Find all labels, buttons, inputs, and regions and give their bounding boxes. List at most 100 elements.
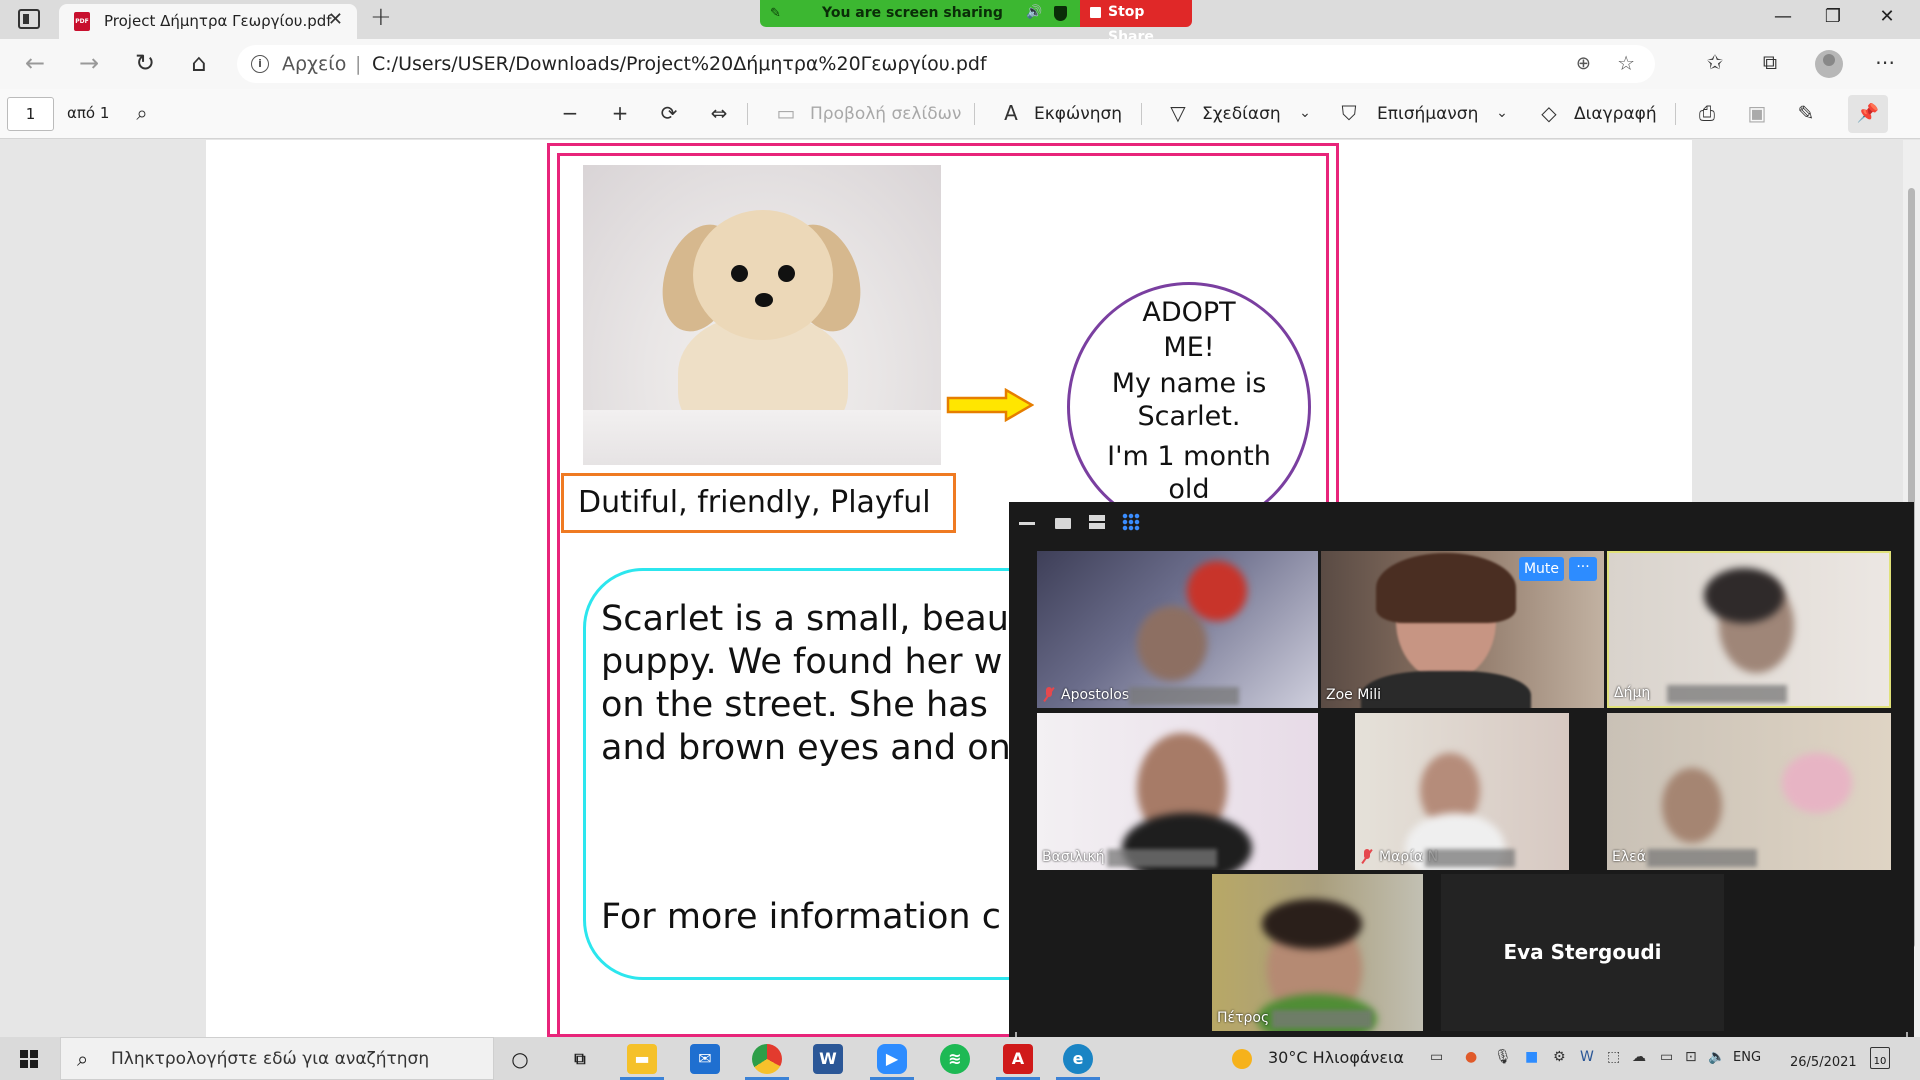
participant-tile[interactable]: Apostolos	[1037, 551, 1318, 708]
participant-tile[interactable]: Eva Stergoudi	[1441, 874, 1724, 1031]
edge-icon[interactable]: e	[1063, 1044, 1093, 1074]
shield-icon	[1054, 6, 1067, 21]
task-view-icon[interactable]: ⧉	[565, 1044, 595, 1074]
strip-view-icon[interactable]	[1089, 515, 1105, 529]
chevron-down-icon[interactable]: ⌄	[1291, 105, 1319, 121]
mic-muted-icon	[1043, 687, 1055, 701]
onedrive-icon[interactable]: ☁	[1632, 1049, 1646, 1065]
draw-button[interactable]: Σχεδίαση	[1202, 104, 1281, 124]
participant-tile[interactable]: Βασιλική	[1037, 713, 1318, 870]
read-aloud-button[interactable]: Εκφώνηση	[1034, 104, 1122, 124]
print-icon[interactable]: ⎙	[1693, 101, 1721, 125]
file-explorer-icon[interactable]: ▬	[627, 1044, 657, 1074]
tray-app-icon[interactable]: ●	[1465, 1049, 1477, 1065]
eraser-icon[interactable]: ◇	[1535, 101, 1563, 125]
maximize-button[interactable]: ❐	[1810, 6, 1856, 27]
weather-text[interactable]: 30°C Ηλιοφάνεια	[1268, 1048, 1404, 1067]
url-text[interactable]: C:/Users/USER/Downloads/Project%20Δήμητρ…	[372, 53, 987, 75]
word-icon[interactable]: W	[813, 1044, 843, 1074]
taskbar-search[interactable]: ⌕ Πληκτρολογήστε εδώ για αναζήτηση	[60, 1037, 494, 1080]
highlight-button[interactable]: Επισήμανση	[1377, 104, 1478, 124]
more-icon[interactable]: ⋯	[1870, 50, 1900, 74]
draw-icon[interactable]: ▽	[1164, 101, 1192, 125]
cortana-icon[interactable]: ○	[505, 1044, 535, 1074]
address-scheme-label: Αρχείο	[282, 53, 347, 75]
page-view-icon: ▭	[776, 101, 796, 125]
participant-video	[1376, 553, 1516, 623]
zoom-app-icon[interactable]: ▶	[877, 1044, 907, 1074]
adopt-line: My name is	[1111, 368, 1267, 399]
zoom-out-icon[interactable]: −	[556, 101, 584, 125]
tray-app-icon[interactable]: ⚙	[1553, 1049, 1566, 1065]
refresh-icon[interactable]: ↻	[130, 49, 160, 77]
add-favorite-icon[interactable]: ☆	[1617, 51, 1635, 75]
zoom-in-icon[interactable]: +	[606, 101, 634, 125]
new-tab-button[interactable]: +	[370, 2, 392, 32]
favorites-icon[interactable]: ✩	[1700, 50, 1730, 74]
read-aloud-icon[interactable]: A	[997, 101, 1025, 125]
participant-tile[interactable]: Πέτρος	[1212, 874, 1423, 1031]
participant-video	[1361, 671, 1531, 708]
input-language[interactable]: ENG	[1733, 1050, 1761, 1065]
tab-pdf[interactable]: PDF Project Δήμητρα Γεωργίου.pdf ✕	[59, 4, 357, 39]
spotify-icon[interactable]: ≋	[940, 1044, 970, 1074]
back-icon[interactable]: ←	[20, 49, 50, 77]
tray-app-icon[interactable]: ⬚	[1607, 1049, 1620, 1065]
gallery-view-icon[interactable]	[1122, 513, 1140, 531]
adopt-line: I'm 1 month	[1107, 441, 1271, 472]
profile-avatar[interactable]	[1815, 50, 1843, 78]
mail-icon[interactable]: ✉	[690, 1044, 720, 1074]
speaker-view-icon[interactable]	[1055, 518, 1071, 529]
participant-tile[interactable]: Μαρία Ν	[1355, 713, 1569, 870]
meet-now-icon[interactable]: ▭	[1430, 1049, 1443, 1065]
forward-icon[interactable]: →	[74, 49, 104, 77]
toolbar-divider	[1675, 103, 1676, 125]
zoom-icon[interactable]: ⊕	[1576, 53, 1591, 74]
notification-center-icon[interactable]: 10	[1870, 1047, 1890, 1069]
highlight-icon[interactable]: ⛉	[1335, 101, 1363, 125]
word-tray-icon[interactable]: W	[1580, 1049, 1594, 1065]
weather-sun-icon[interactable]	[1232, 1049, 1252, 1069]
annotate-icon[interactable]: ✎	[770, 6, 784, 21]
fit-width-icon[interactable]: ⇔	[705, 101, 733, 125]
volume-icon[interactable]: 🔈	[1708, 1049, 1725, 1065]
home-icon[interactable]: ⌂	[184, 49, 214, 77]
network-icon[interactable]: ⊡	[1685, 1049, 1697, 1065]
page-number-input[interactable]: 1	[7, 97, 54, 131]
erase-button[interactable]: Διαγραφή	[1574, 104, 1657, 124]
page-count-label: από 1	[67, 104, 110, 122]
collections-icon[interactable]: ⧉	[1755, 50, 1785, 74]
save-as-icon[interactable]: ✎	[1792, 101, 1820, 125]
arrow-right-icon	[946, 388, 1034, 422]
address-bar[interactable]: i Αρχείο | C:/Users/USER/Downloads/Proje…	[237, 45, 1655, 83]
chevron-down-icon[interactable]: ⌄	[1488, 105, 1516, 121]
battery-icon[interactable]: ▭	[1660, 1049, 1673, 1065]
participant-video	[1782, 753, 1852, 813]
name-redaction	[1107, 849, 1217, 867]
minimize-button[interactable]: —	[1760, 6, 1806, 27]
date-text[interactable]: 26/5/2021	[1790, 1055, 1857, 1070]
zoom-tray-icon[interactable]: ■	[1525, 1049, 1538, 1065]
participant-name: Ελεά	[1612, 849, 1646, 865]
close-window-button[interactable]: ✕	[1864, 6, 1910, 27]
participant-more-button[interactable]: ···	[1569, 557, 1597, 581]
minimize-video-icon[interactable]	[1019, 522, 1035, 525]
participant-video	[1704, 568, 1784, 623]
participant-name: Apostolos	[1061, 687, 1130, 703]
pin-toolbar-icon[interactable]: 📌	[1848, 95, 1888, 133]
find-icon[interactable]: ⌕	[128, 101, 156, 125]
acrobat-icon[interactable]: A	[1003, 1044, 1033, 1074]
page-view-button: Προβολή σελίδων	[810, 104, 962, 124]
mute-participant-button[interactable]: Mute	[1519, 557, 1564, 581]
info-icon[interactable]: i	[251, 55, 269, 73]
windows-start-icon[interactable]	[20, 1050, 38, 1068]
adopt-me-circle: ADOPT ME! My name is Scarlet. I'm 1 mont…	[1067, 282, 1311, 532]
participant-tile[interactable]: Ελεά	[1607, 713, 1891, 870]
participant-tile[interactable]: Δήμη	[1607, 551, 1891, 708]
tab-close-icon[interactable]: ✕	[328, 9, 343, 30]
tab-actions-icon[interactable]	[18, 9, 40, 29]
chrome-icon[interactable]	[752, 1044, 782, 1074]
rotate-icon[interactable]: ⟳	[655, 101, 683, 125]
microphone-icon[interactable]: 🎙	[1494, 1049, 1512, 1065]
stop-share-button[interactable]: Stop Share	[1080, 0, 1192, 45]
